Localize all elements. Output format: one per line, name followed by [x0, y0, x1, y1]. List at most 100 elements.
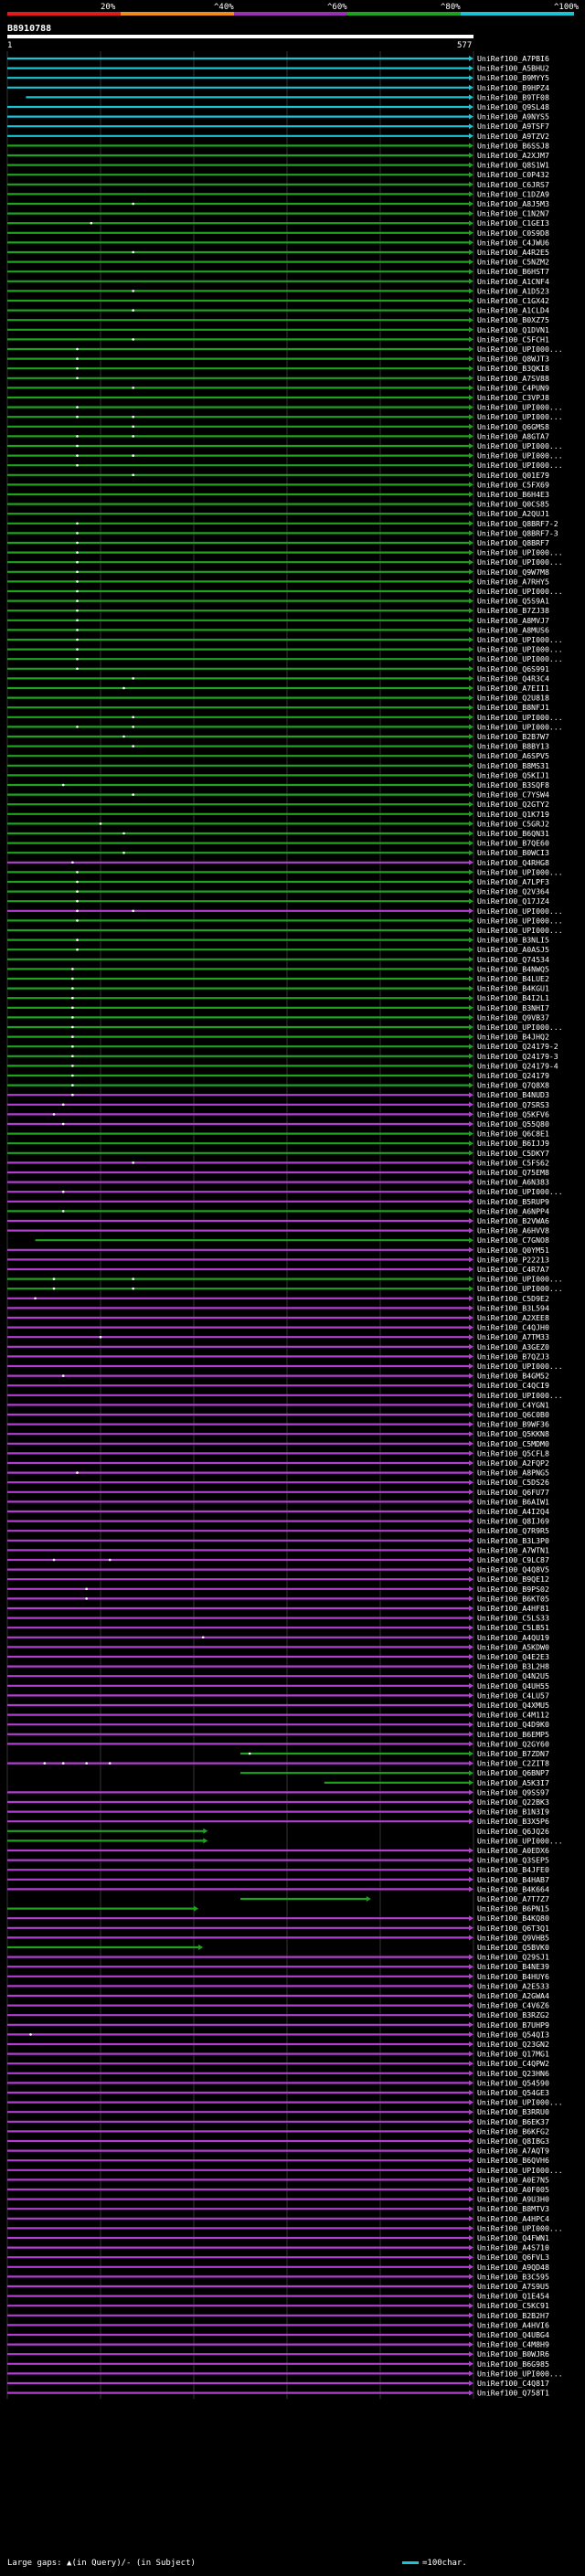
hit-label[interactable]: UniRef100_Q8S1W1	[477, 161, 549, 170]
hit-label[interactable]: UniRef100_B2B2H7	[477, 2311, 549, 2320]
hit-row[interactable]: UniRef100_C5FCH1	[7, 334, 549, 344]
hit-label[interactable]: UniRef100_UPI000...	[477, 2098, 563, 2107]
hit-row[interactable]: UniRef100_Q8WJT3	[7, 355, 549, 364]
hit-row[interactable]: UniRef100_A2GWA4	[7, 1991, 549, 2000]
hit-label[interactable]: UniRef100_A7LPF3	[477, 877, 549, 886]
hit-row[interactable]: UniRef100_B6H4E3	[7, 490, 549, 499]
hit-row[interactable]: UniRef100_B5RUP9	[7, 1197, 549, 1206]
hit-row[interactable]: UniRef100_A4HF81	[7, 1604, 549, 1613]
hit-label[interactable]: UniRef100_Q22BK3	[477, 1797, 549, 1807]
hit-row[interactable]: UniRef100_B4LUE2	[7, 974, 549, 983]
hit-row[interactable]: UniRef100_Q3SEP5	[7, 1856, 549, 1865]
hit-row[interactable]: UniRef100_A7SV88	[7, 374, 549, 383]
hit-row[interactable]: UniRef100_UPI000...	[7, 1362, 563, 1371]
hit-row[interactable]: UniRef100_B8BY13	[7, 742, 549, 751]
hit-row[interactable]: UniRef100_A7LPF3	[7, 877, 549, 886]
hit-label[interactable]: UniRef100_A1CNF4	[477, 277, 549, 286]
hit-label[interactable]: UniRef100_A6NPP4	[477, 1206, 549, 1215]
hit-label[interactable]: UniRef100_Q54590	[477, 2078, 549, 2087]
hit-row[interactable]: UniRef100_Q23GN2	[7, 2040, 549, 2049]
hit-row[interactable]: UniRef100_B3NLI5	[7, 936, 549, 945]
hit-label[interactable]: UniRef100_Q17JZ4	[477, 896, 549, 906]
hit-row[interactable]: UniRef100_C5MDM0	[7, 1439, 549, 1448]
hit-row[interactable]: UniRef100_B6HST7	[7, 267, 549, 276]
hit-row[interactable]: UniRef100_A4QU19	[7, 1633, 549, 1642]
hit-label[interactable]: UniRef100_A4I2Q4	[477, 1507, 549, 1516]
hit-row[interactable]: UniRef100_A5KDW0	[7, 1642, 549, 1651]
hit-row[interactable]: UniRef100_C5NZM2	[7, 258, 549, 267]
hit-row[interactable]: UniRef100_B7QZJ3	[7, 1352, 549, 1361]
hit-row[interactable]: UniRef100_UPI000...	[7, 1023, 563, 1032]
hit-label[interactable]: UniRef100_A0EDX6	[477, 1846, 549, 1855]
hit-label[interactable]: UniRef100_A7TM33	[477, 1332, 549, 1341]
hit-label[interactable]: UniRef100_A7AQT9	[477, 2147, 549, 2156]
hit-row[interactable]: UniRef100_A7RHY5	[7, 577, 549, 586]
hit-row[interactable]: UniRef100_UPI000...	[7, 557, 563, 567]
hit-row[interactable]: UniRef100_A9QD48	[7, 2263, 549, 2272]
hit-label[interactable]: UniRef100_B6KFG2	[477, 2126, 549, 2136]
hit-row[interactable]: UniRef100_UPI000...	[7, 1391, 563, 1400]
hit-row[interactable]: UniRef100_B4JFE0	[7, 1865, 549, 1874]
hit-label[interactable]: UniRef100_B3QKI8	[477, 364, 549, 373]
hit-row[interactable]: UniRef100_A7AQT9	[7, 2147, 549, 2156]
hit-row[interactable]: UniRef100_Q9SS97	[7, 1787, 549, 1797]
hit-row[interactable]: UniRef100_C4M112	[7, 1711, 549, 1720]
hit-label[interactable]: UniRef100_Q6C0B0	[477, 1410, 549, 1419]
hit-row[interactable]: UniRef100_C4LU57	[7, 1691, 549, 1700]
hit-label[interactable]: UniRef100_Q7SRS3	[477, 1100, 549, 1109]
hit-row[interactable]: UniRef100_C7YSW4	[7, 790, 549, 800]
hit-label[interactable]: UniRef100_A5KDW0	[477, 1642, 549, 1651]
hit-row[interactable]: UniRef100_A8J5M3	[7, 199, 549, 208]
hit-label[interactable]: UniRef100_B9TF08	[477, 92, 549, 101]
hit-label[interactable]: UniRef100_B6QVH6	[477, 2156, 549, 2165]
hit-label[interactable]: UniRef100_UPI000...	[477, 1284, 563, 1293]
hit-row[interactable]: UniRef100_C4YGN1	[7, 1400, 549, 1409]
hit-label[interactable]: UniRef100_B6EK37	[477, 2117, 549, 2126]
hit-row[interactable]: UniRef100_C5GRJ2	[7, 819, 549, 828]
hit-row[interactable]: UniRef100_Q6GMS8	[7, 422, 549, 431]
hit-label[interactable]: UniRef100_UPI000...	[477, 1391, 563, 1400]
hit-label[interactable]: UniRef100_Q6FVL3	[477, 2253, 549, 2262]
hit-row[interactable]: UniRef100_B3C595	[7, 2272, 549, 2281]
hit-label[interactable]: UniRef100_A0ASJ5	[477, 945, 549, 954]
hit-row[interactable]: UniRef100_Q23HN6	[7, 2069, 549, 2078]
hit-label[interactable]: UniRef100_B4JFE0	[477, 1865, 549, 1874]
hit-label[interactable]: UniRef100_UPI000...	[477, 451, 563, 461]
hit-label[interactable]: UniRef100_C4LU57	[477, 1691, 549, 1700]
hit-label[interactable]: UniRef100_A1D523	[477, 286, 549, 295]
hit-label[interactable]: UniRef100_Q55Q80	[477, 1119, 549, 1129]
hit-label[interactable]: UniRef100_B7QZJ3	[477, 1352, 549, 1361]
hit-label[interactable]: UniRef100_A4HPC4	[477, 2214, 549, 2223]
hit-row[interactable]: UniRef100_UPI000...	[7, 722, 563, 731]
hit-label[interactable]: UniRef100_C0P432	[477, 170, 549, 179]
hit-row[interactable]: UniRef100_B3L2H8	[7, 1662, 549, 1671]
hit-row[interactable]: UniRef100_Q2V364	[7, 887, 549, 896]
hit-label[interactable]: UniRef100_Q6GMS8	[477, 422, 549, 431]
hit-label[interactable]: UniRef100_Q23HN6	[477, 2069, 549, 2078]
hit-label[interactable]: UniRef100_A8MUS6	[477, 625, 549, 634]
hit-label[interactable]: UniRef100_A4HVI6	[477, 2320, 549, 2329]
hit-row[interactable]: UniRef100_A1CNF4	[7, 277, 549, 286]
hit-row[interactable]: UniRef100_C5LB51	[7, 1623, 549, 1632]
hit-row[interactable]: UniRef100_A8GTA7	[7, 431, 549, 440]
hit-label[interactable]: UniRef100_A4R2E5	[477, 248, 549, 257]
hit-row[interactable]: UniRef100_Q54QI3	[7, 2030, 549, 2039]
hit-label[interactable]: UniRef100_B4GM52	[477, 1372, 549, 1381]
hit-row[interactable]: UniRef100_A0EDX6	[7, 1846, 549, 1855]
hit-label[interactable]: UniRef100_UPI000...	[477, 587, 563, 596]
hit-row[interactable]: UniRef100_Q24179-4	[7, 1061, 558, 1070]
hit-label[interactable]: UniRef100_Q6BNP7	[477, 1768, 549, 1777]
hit-row[interactable]: UniRef100_Q17MG1	[7, 2050, 549, 2059]
hit-row[interactable]: UniRef100_Q8BRF7	[7, 538, 549, 547]
hit-row[interactable]: UniRef100_B4NUD3	[7, 1090, 549, 1099]
hit-row[interactable]: UniRef100_C1DZA9	[7, 189, 549, 198]
hit-label[interactable]: UniRef100_UPI000...	[477, 557, 563, 567]
hit-row[interactable]: UniRef100_C1GX42	[7, 296, 549, 305]
hit-label[interactable]: UniRef100_Q4Q8V5	[477, 1565, 549, 1574]
hit-label[interactable]: UniRef100_B4NWQ5	[477, 964, 549, 973]
hit-label[interactable]: UniRef100_A3GEZ0	[477, 1342, 549, 1352]
hit-label[interactable]: UniRef100_Q7Q8X8	[477, 1081, 549, 1090]
hit-row[interactable]: UniRef100_Q6T3Q1	[7, 1924, 549, 1933]
hit-row[interactable]: UniRef100_A7TM33	[7, 1332, 549, 1341]
hit-row[interactable]: UniRef100_Q24179-2	[7, 1042, 558, 1051]
